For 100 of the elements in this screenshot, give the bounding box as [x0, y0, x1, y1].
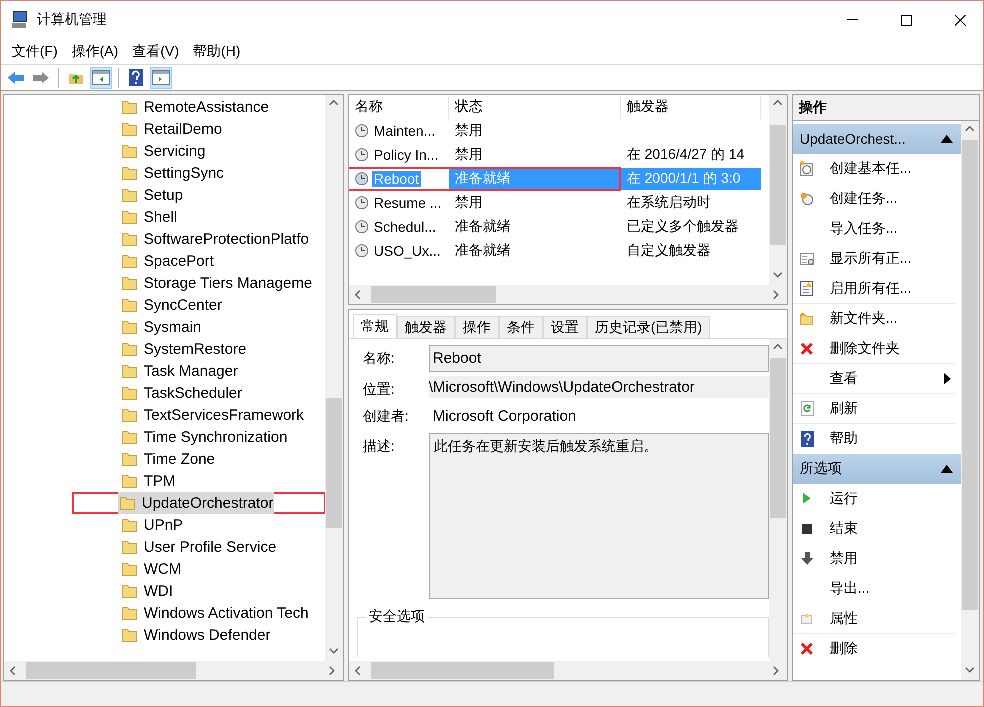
- tree-item[interactable]: SoftwareProtectionPlatfo: [120, 228, 310, 250]
- tree-item[interactable]: Servicing: [120, 140, 206, 162]
- column-header[interactable]: 触发器: [621, 95, 761, 119]
- maximize-icon[interactable]: [900, 14, 912, 26]
- tree-item[interactable]: Time Synchronization: [120, 426, 288, 448]
- task-row[interactable]: Schedul... 准备就绪 已定义多个触发器: [349, 215, 769, 239]
- tree-item[interactable]: TPM: [120, 470, 176, 492]
- action-item[interactable]: 帮助: [793, 424, 955, 454]
- tab[interactable]: 条件: [499, 316, 543, 338]
- toolbar-button[interactable]: [90, 66, 112, 88]
- action-item[interactable]: 创建基本任...: [793, 154, 955, 184]
- scrollbar[interactable]: [349, 661, 787, 680]
- action-item[interactable]: 属性: [793, 604, 955, 634]
- scroll-thumb[interactable]: [326, 398, 342, 528]
- action-item[interactable]: 启用所有任...: [793, 274, 955, 304]
- tree-item[interactable]: WDI: [120, 580, 174, 602]
- action-item[interactable]: 运行: [793, 484, 955, 514]
- back-arrow-icon[interactable]: [7, 70, 25, 84]
- tree-item[interactable]: TextServicesFramework: [120, 404, 304, 426]
- scrollbar[interactable]: [325, 95, 343, 661]
- tree-item[interactable]: SystemRestore: [120, 338, 247, 360]
- scrollbar[interactable]: [961, 121, 979, 680]
- table-cell-text: Mainten...: [373, 123, 436, 139]
- collapse-icon[interactable]: [941, 135, 953, 143]
- folder-icon: [122, 364, 138, 378]
- action-item[interactable]: 结束: [793, 514, 955, 544]
- action-item[interactable]: 导入任务...: [793, 214, 955, 244]
- action-item[interactable]: 删除: [793, 634, 955, 664]
- description-field[interactable]: 此任务在更新安装后触发系统重启。: [429, 433, 769, 599]
- tab[interactable]: 常规: [353, 314, 397, 338]
- task-row[interactable]: Mainten... 禁用: [349, 119, 769, 143]
- section-header[interactable]: 所选项: [793, 454, 961, 484]
- action-item[interactable]: 创建任务...: [793, 184, 955, 214]
- name-field[interactable]: Reboot: [429, 345, 769, 372]
- action-item[interactable]: 显示所有正...: [793, 244, 955, 274]
- menu-item[interactable]: 操作(A): [64, 42, 126, 60]
- tree-item[interactable]: SettingSync: [120, 162, 224, 184]
- action-item[interactable]: 新文件夹...: [793, 304, 955, 334]
- tree-item[interactable]: UPnP: [120, 514, 184, 536]
- tree-item[interactable]: Storage Tiers Manageme: [120, 272, 312, 294]
- table-cell-text: 准备就绪: [454, 217, 512, 236]
- action-item[interactable]: 删除文件夹: [793, 334, 955, 364]
- minimize-icon[interactable]: [846, 19, 858, 21]
- notebook-icon: [800, 280, 814, 296]
- tree-item[interactable]: SyncCenter: [120, 294, 222, 316]
- tree-item[interactable]: RemoteAssistance: [120, 96, 270, 118]
- action-item[interactable]: 导出...: [793, 574, 955, 604]
- tree-item[interactable]: WCM: [120, 558, 182, 580]
- tab[interactable]: 操作: [455, 316, 499, 338]
- tab[interactable]: 设置: [543, 316, 587, 338]
- tree-item[interactable]: RetailDemo: [120, 118, 222, 140]
- tree-item[interactable]: Windows Activation Tech: [120, 602, 309, 624]
- close-icon[interactable]: [954, 14, 966, 26]
- clock-icon: [355, 172, 369, 186]
- section-header[interactable]: UpdateOrchest...: [793, 124, 961, 154]
- tree-item[interactable]: Shell: [120, 206, 178, 228]
- scroll-thumb[interactable]: [770, 125, 786, 245]
- tree-item[interactable]: UpdateOrchestrator: [118, 492, 274, 514]
- collapse-icon[interactable]: [941, 465, 953, 473]
- scroll-thumb[interactable]: [770, 358, 786, 518]
- task-row[interactable]: Resume ... 禁用 在系统启动时: [349, 191, 769, 215]
- action-item[interactable]: 刷新: [793, 394, 955, 424]
- field-label: 描述:: [363, 437, 396, 456]
- tree-item[interactable]: User Profile Service: [120, 536, 277, 558]
- task-row[interactable]: USO_Ux... 准备就绪 自定义触发器: [349, 239, 769, 263]
- action-item[interactable]: 查看: [793, 364, 955, 394]
- action-item[interactable]: 禁用: [793, 544, 955, 574]
- play-icon: [802, 492, 812, 505]
- tree-item[interactable]: Windows Defender: [120, 624, 271, 646]
- forward-arrow-icon[interactable]: [32, 70, 50, 84]
- menu-item[interactable]: 帮助(H): [186, 42, 248, 60]
- scroll-thumb[interactable]: [962, 140, 978, 610]
- tree-item[interactable]: Time Zone: [120, 448, 216, 470]
- tree-item[interactable]: Task Manager: [120, 360, 238, 382]
- task-row[interactable]: Policy In... 禁用 在 2016/4/27 的 14: [349, 143, 769, 167]
- scroll-thumb[interactable]: [371, 662, 554, 679]
- help-icon[interactable]: [129, 69, 143, 86]
- console-tree-icon[interactable]: [92, 70, 110, 85]
- folder-icon: [122, 430, 138, 444]
- action-pane-icon[interactable]: [152, 70, 170, 85]
- scroll-thumb[interactable]: [26, 662, 196, 679]
- tree-item[interactable]: Sysmain: [120, 316, 202, 338]
- scrollbar[interactable]: [4, 661, 343, 680]
- tab[interactable]: 触发器: [397, 316, 455, 338]
- scroll-thumb[interactable]: [371, 286, 496, 303]
- column-header[interactable]: 状态: [449, 95, 621, 119]
- menu-item[interactable]: 查看(V): [126, 42, 186, 60]
- tree-item[interactable]: TaskScheduler: [120, 382, 242, 404]
- clock-icon: [800, 192, 814, 206]
- menu-item[interactable]: 文件(F): [5, 42, 65, 60]
- scrollbar[interactable]: [349, 285, 787, 304]
- scrollbar[interactable]: [769, 95, 787, 285]
- clock-icon: [355, 148, 369, 162]
- tree-item[interactable]: SpacePort: [120, 250, 214, 272]
- tab[interactable]: 历史记录(已禁用): [587, 316, 710, 338]
- scrollbar[interactable]: [769, 339, 787, 661]
- toolbar-button[interactable]: [150, 66, 172, 88]
- tree-item[interactable]: Setup: [120, 184, 184, 206]
- table-cell-text: 禁用: [454, 145, 484, 164]
- column-header[interactable]: 名称: [349, 95, 449, 119]
